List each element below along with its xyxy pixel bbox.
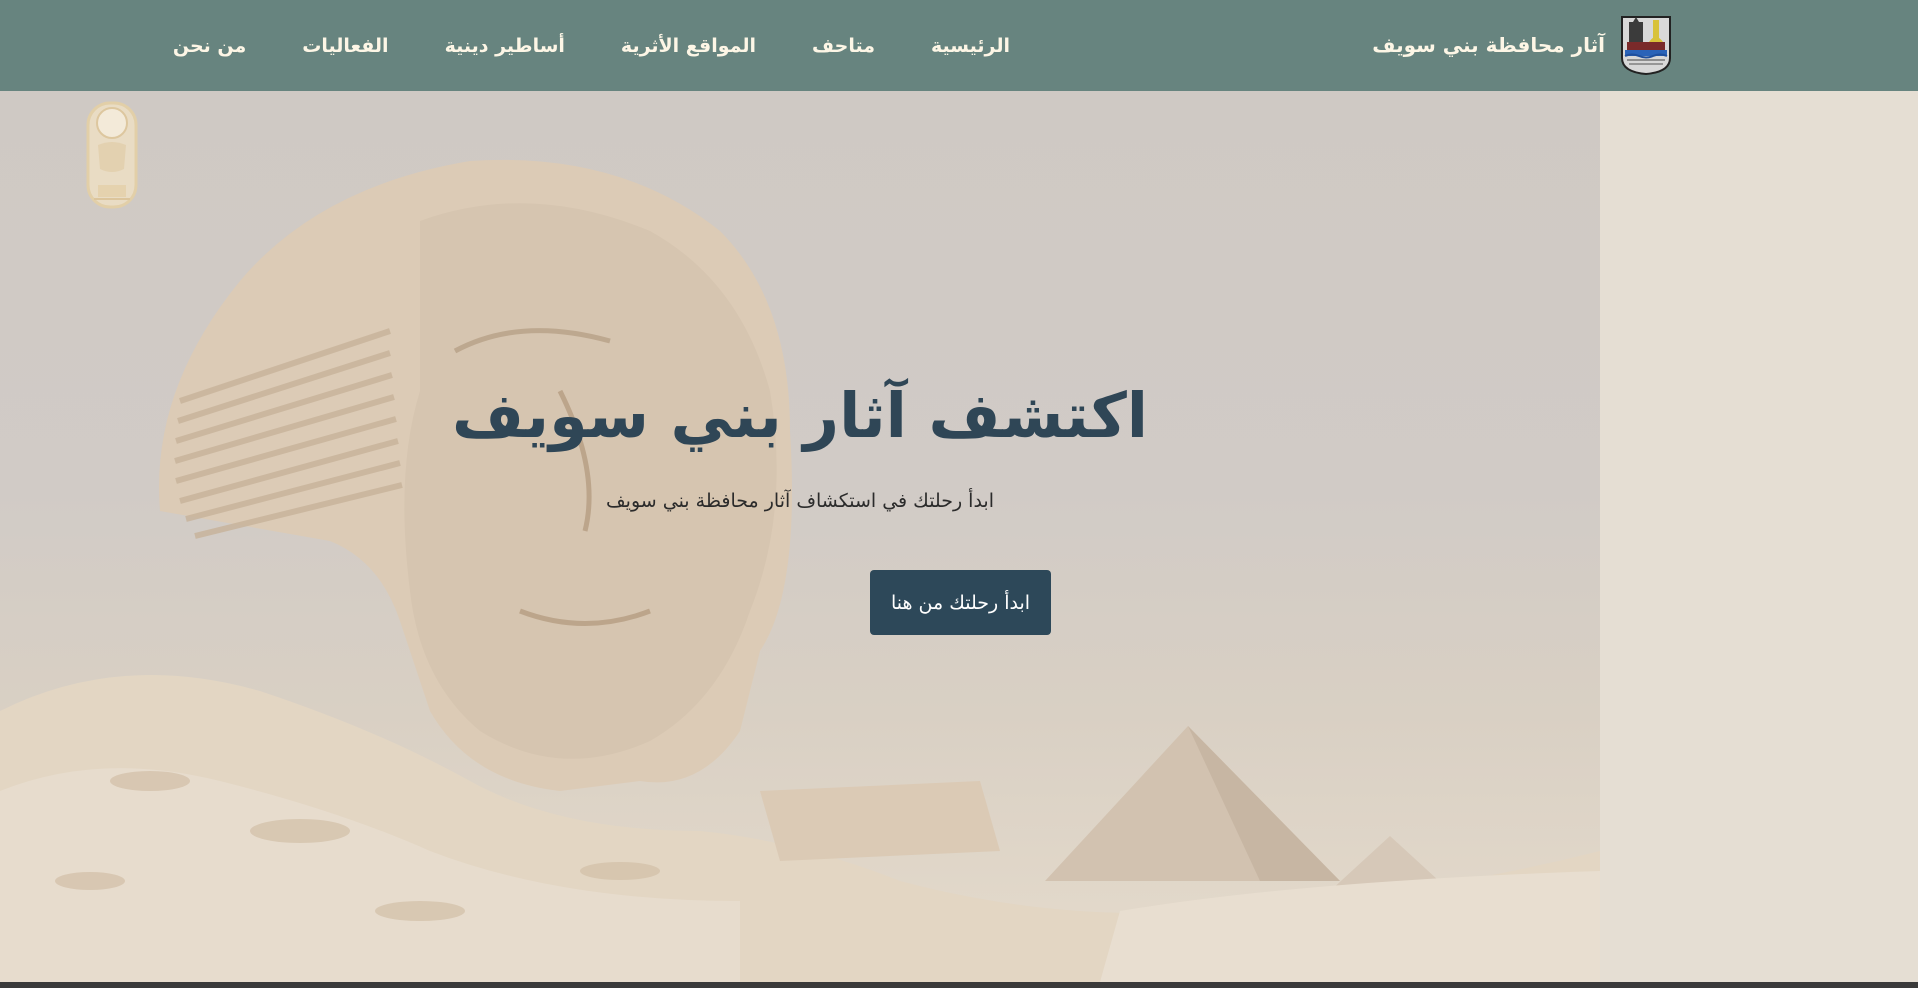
nav-item-events: الفعاليات	[302, 35, 388, 57]
nav-item-museums: متاحف	[812, 35, 875, 57]
nav-link-archaeological-sites[interactable]: المواقع الأثرية	[621, 35, 756, 57]
nav-link-museums[interactable]: متاحف	[812, 35, 875, 57]
main-nav: الرئيسية متاحف المواقع الأثرية أساطير دي…	[173, 0, 1010, 91]
nav-item-sites: المواقع الأثرية	[621, 35, 756, 57]
site-title: آثار محافظة بني سويف	[1372, 33, 1605, 57]
nav-item-about: من نحن	[173, 35, 246, 57]
nav-link-religious-myths[interactable]: أساطير دينية	[445, 35, 565, 57]
nav-item-myths: أساطير دينية	[445, 35, 565, 57]
side-panel	[1600, 91, 1918, 982]
nav-link-home[interactable]: الرئيسية	[931, 35, 1010, 57]
top-navbar: آثار محافظة بني سويف الرئيسية متاحف المو…	[0, 0, 1918, 91]
brand[interactable]: آثار محافظة بني سويف	[1372, 14, 1673, 76]
hero-title: اكتشف آثار بني سويف	[451, 379, 1149, 452]
hero-subtitle: ابدأ رحلتك في استكشاف آثار محافظة بني سو…	[606, 490, 994, 512]
bottom-border	[0, 982, 1918, 988]
nav-link-events[interactable]: الفعاليات	[302, 35, 388, 57]
nav-link-about-us[interactable]: من نحن	[173, 35, 246, 57]
hero-content: اكتشف آثار بني سويف ابدأ رحلتك في استكشا…	[0, 91, 1600, 982]
governorate-seal-icon	[1621, 16, 1671, 76]
nav-item-home: الرئيسية	[931, 35, 1010, 57]
hero-section: اكتشف آثار بني سويف ابدأ رحلتك في استكشا…	[0, 91, 1600, 982]
start-journey-button[interactable]: ابدأ رحلتك من هنا	[870, 570, 1051, 635]
